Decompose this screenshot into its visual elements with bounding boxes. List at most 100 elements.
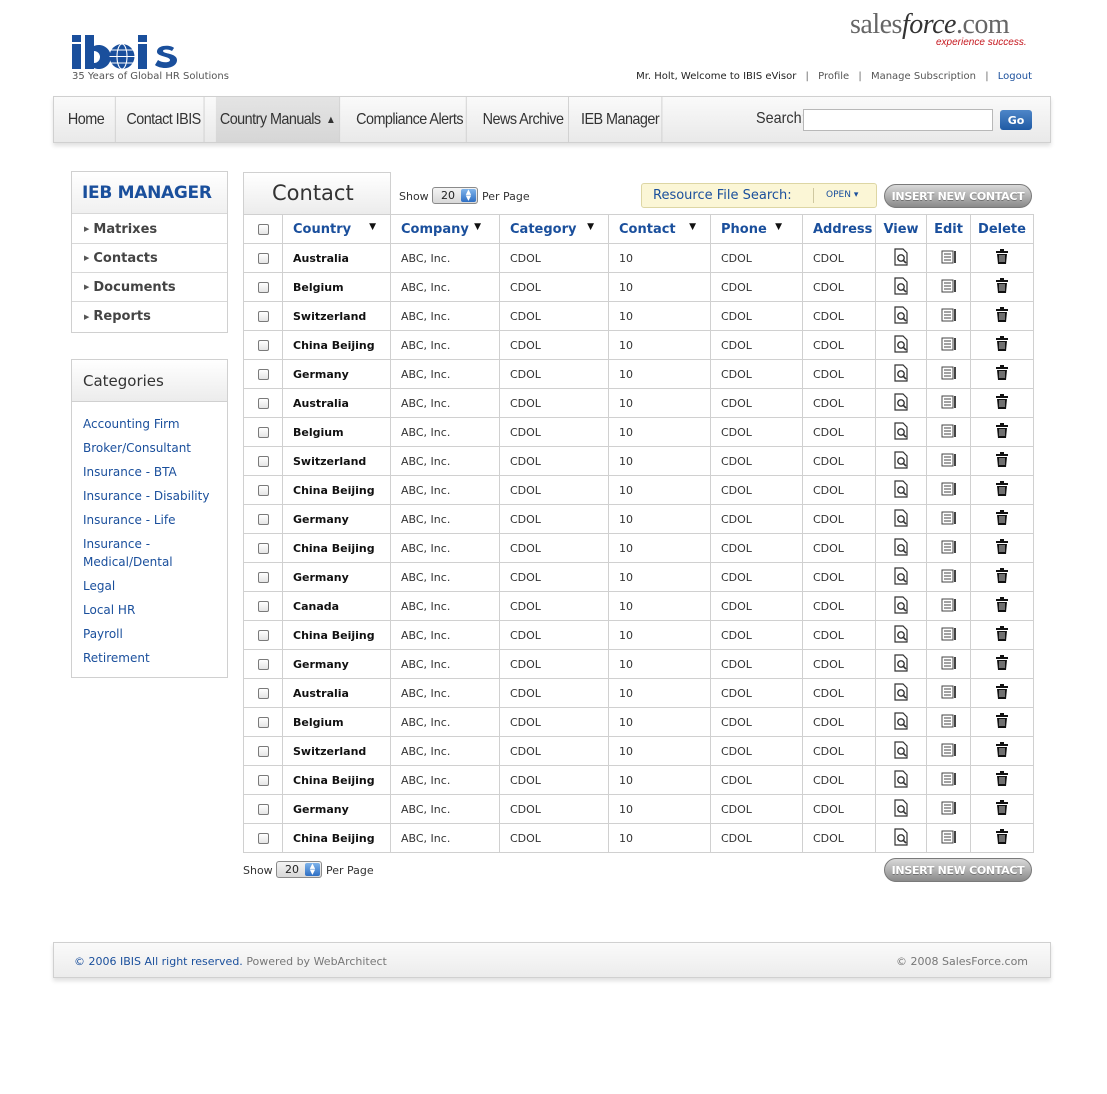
trash-icon[interactable] (995, 423, 1009, 441)
row-checkbox[interactable] (257, 456, 269, 467)
row-checkbox-cell[interactable] (243, 272, 283, 302)
row-checkbox[interactable] (257, 659, 269, 670)
trash-icon[interactable] (995, 336, 1009, 354)
row-checkbox[interactable] (257, 630, 269, 641)
row-checkbox-cell[interactable] (243, 765, 283, 795)
delete-cell[interactable] (970, 330, 1034, 360)
sort-down-icon[interactable]: ▼ (369, 222, 376, 232)
row-checkbox[interactable] (257, 427, 269, 438)
edit-list-icon[interactable] (941, 511, 957, 528)
trash-icon[interactable] (995, 626, 1009, 644)
row-checkbox[interactable] (257, 572, 269, 583)
trash-icon[interactable] (995, 655, 1009, 673)
edit-cell[interactable] (926, 417, 971, 447)
delete-cell[interactable] (970, 707, 1034, 737)
edit-list-icon[interactable] (941, 598, 957, 615)
view-cell[interactable] (875, 765, 927, 795)
edit-list-icon[interactable] (941, 627, 957, 644)
view-doc-icon[interactable] (893, 653, 909, 675)
row-checkbox[interactable] (257, 775, 269, 786)
edit-cell[interactable] (926, 620, 971, 650)
category-link[interactable]: Insurance - Life (83, 511, 223, 529)
logout-link[interactable]: Logout (998, 71, 1032, 82)
row-checkbox-cell[interactable] (243, 533, 283, 563)
view-cell[interactable] (875, 620, 927, 650)
category-link[interactable]: Payroll (83, 625, 223, 643)
edit-list-icon[interactable] (941, 337, 957, 354)
edit-cell[interactable] (926, 475, 971, 505)
view-cell[interactable] (875, 504, 927, 534)
trash-icon[interactable] (995, 684, 1009, 702)
view-doc-icon[interactable] (893, 363, 909, 385)
nav-compliance-alerts[interactable]: Compliance Alerts (353, 97, 467, 142)
sidebar-item-documents[interactable]: ▶ Documents (72, 273, 227, 302)
delete-cell[interactable] (970, 736, 1034, 766)
row-checkbox-cell[interactable] (243, 678, 283, 708)
row-checkbox-cell[interactable] (243, 591, 283, 621)
delete-cell[interactable] (970, 533, 1034, 563)
edit-list-icon[interactable] (941, 366, 957, 383)
row-checkbox-cell[interactable] (243, 504, 283, 534)
edit-list-icon[interactable] (941, 424, 957, 441)
category-link[interactable]: Local HR (83, 601, 223, 619)
view-doc-icon[interactable] (893, 508, 909, 530)
delete-cell[interactable] (970, 823, 1034, 853)
row-checkbox[interactable] (257, 688, 269, 699)
view-doc-icon[interactable] (893, 827, 909, 849)
row-checkbox[interactable] (257, 253, 269, 264)
view-cell[interactable] (875, 707, 927, 737)
row-checkbox[interactable] (257, 514, 269, 525)
view-doc-icon[interactable] (893, 740, 909, 762)
trash-icon[interactable] (995, 742, 1009, 760)
trash-icon[interactable] (995, 597, 1009, 615)
edit-cell[interactable] (926, 272, 971, 302)
delete-cell[interactable] (970, 591, 1034, 621)
view-cell[interactable] (875, 678, 927, 708)
manage-subscription-link[interactable]: Manage Subscription (871, 71, 976, 82)
view-doc-icon[interactable] (893, 537, 909, 559)
delete-cell[interactable] (970, 417, 1034, 447)
insert-new-contact-button-bottom[interactable]: INSERT NEW CONTACT (884, 858, 1032, 882)
nav-ieb-manager[interactable]: IEB Manager (579, 97, 663, 142)
sort-down-icon[interactable]: ▼ (775, 222, 782, 232)
edit-list-icon[interactable] (941, 279, 957, 296)
view-doc-icon[interactable] (893, 595, 909, 617)
delete-cell[interactable] (970, 388, 1034, 418)
edit-list-icon[interactable] (941, 714, 957, 731)
search-input[interactable] (803, 109, 993, 131)
edit-list-icon[interactable] (941, 801, 957, 818)
edit-list-icon[interactable] (941, 569, 957, 586)
trash-icon[interactable] (995, 278, 1009, 296)
delete-cell[interactable] (970, 649, 1034, 679)
trash-icon[interactable] (995, 539, 1009, 557)
trash-icon[interactable] (995, 771, 1009, 789)
view-cell[interactable] (875, 446, 927, 476)
trash-icon[interactable] (995, 307, 1009, 325)
trash-icon[interactable] (995, 249, 1009, 267)
view-cell[interactable] (875, 475, 927, 505)
category-link[interactable]: Broker/Consultant (83, 439, 223, 457)
edit-list-icon[interactable] (941, 656, 957, 673)
view-cell[interactable] (875, 243, 927, 273)
view-cell[interactable] (875, 649, 927, 679)
insert-new-contact-button[interactable]: INSERT NEW CONTACT (884, 184, 1032, 208)
edit-list-icon[interactable] (941, 250, 957, 267)
sidebar-item-matrixes[interactable]: ▶ Matrixes (72, 215, 227, 244)
edit-cell[interactable] (926, 359, 971, 389)
row-checkbox-cell[interactable] (243, 562, 283, 592)
row-checkbox[interactable] (257, 398, 269, 409)
delete-cell[interactable] (970, 794, 1034, 824)
sidebar-item-reports[interactable]: ▶ Reports (72, 302, 227, 331)
view-doc-icon[interactable] (893, 334, 909, 356)
edit-cell[interactable] (926, 591, 971, 621)
view-cell[interactable] (875, 823, 927, 853)
view-cell[interactable] (875, 562, 927, 592)
view-doc-icon[interactable] (893, 392, 909, 414)
trash-icon[interactable] (995, 829, 1009, 847)
trash-icon[interactable] (995, 452, 1009, 470)
category-link[interactable]: Accounting Firm (83, 415, 223, 433)
sort-down-icon[interactable]: ▼ (689, 222, 696, 232)
edit-cell[interactable] (926, 736, 971, 766)
delete-cell[interactable] (970, 301, 1034, 331)
trash-icon[interactable] (995, 568, 1009, 586)
